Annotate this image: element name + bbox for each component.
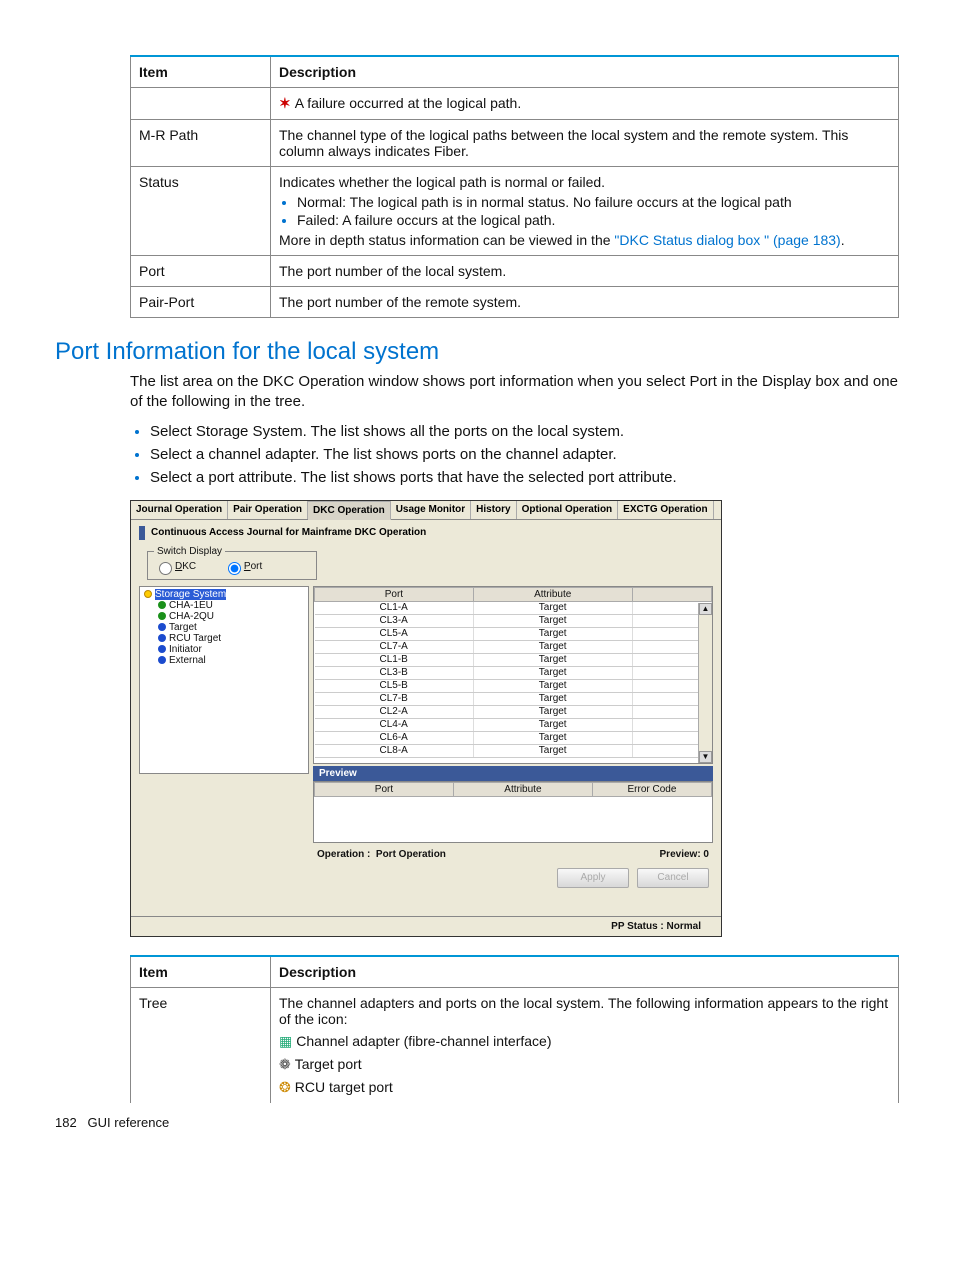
tab-dkc-operation[interactable]: DKC Operation [308,501,391,520]
page-footer: 182 GUI reference [55,1115,899,1130]
table-row[interactable]: CL7-BTarget [315,692,712,705]
tab-bar: Journal Operation Pair Operation DKC Ope… [131,501,721,520]
tree-item[interactable]: Target [156,622,306,633]
table-row: M-R Path The channel type of the logical… [131,120,899,167]
pcol-attribute[interactable]: Attribute [453,782,592,796]
table-row[interactable]: CL2-ATarget [315,705,712,718]
col-port[interactable]: Port [315,587,474,601]
table-row[interactable]: CL6-ATarget [315,731,712,744]
table-row[interactable]: CL1-ATarget [315,601,712,614]
table-row: Port The port number of the local system… [131,256,899,287]
table-row[interactable]: CL3-ATarget [315,614,712,627]
tree-item[interactable]: External [156,655,306,666]
node-icon [158,612,166,620]
cancel-button[interactable]: Cancel [637,868,709,888]
target-port-icon [279,1056,295,1072]
tree-item[interactable]: RCU Target [156,633,306,644]
node-icon [158,623,166,631]
scroll-up-icon[interactable]: ▲ [699,603,712,615]
channel-adapter-icon [279,1033,296,1049]
table-row: Pair-Port The port number of the remote … [131,287,899,318]
table-row[interactable]: CL5-BTarget [315,679,712,692]
table-row[interactable]: CL7-ATarget [315,640,712,653]
pp-status: PP Status : Normal [131,916,721,936]
table-row[interactable]: CL4-ATarget [315,718,712,731]
radio-port[interactable]: Port [223,561,262,572]
tab-history[interactable]: History [471,501,516,519]
title-bar-icon [139,526,145,540]
th-item: Item [131,56,271,88]
table-row[interactable]: CL5-ATarget [315,627,712,640]
table-row[interactable]: CL1-BTarget [315,653,712,666]
pcol-error[interactable]: Error Code [592,782,711,796]
operation-bar: Operation : Port Operation Preview: 0 [131,847,721,862]
preview-count: Preview: 0 [660,849,709,860]
switch-display-group: Switch Display DKC Port [147,546,317,580]
tab-optional-operation[interactable]: Optional Operation [517,501,619,519]
port-list[interactable]: Port Attribute CL1-ATargetCL3-ATargetCL5… [313,586,713,764]
pcol-port[interactable]: Port [315,782,454,796]
rcu-target-port-icon [279,1079,295,1095]
dkc-status-link[interactable]: "DKC Status dialog box " (page 183) [614,232,840,248]
tab-pair-operation[interactable]: Pair Operation [228,501,308,519]
description-table-2: Item Description Tree The channel adapte… [130,955,899,1103]
table-row: A failure occurred at the logical path. [131,88,899,120]
description-table-1: Item Description A failure occurred at t… [130,55,899,318]
folder-icon [144,590,152,598]
radio-dkc[interactable]: DKC [154,561,196,572]
table-row: Status Indicates whether the logical pat… [131,167,899,256]
th-desc: Description [271,56,899,88]
table-row: Tree The channel adapters and ports on t… [131,987,899,1103]
node-icon [158,634,166,642]
tab-exctg-operation[interactable]: EXCTG Operation [618,501,713,519]
node-icon [158,601,166,609]
table-row[interactable]: CL3-BTarget [315,666,712,679]
tree-item[interactable]: CHA-2QU [156,611,306,622]
tree-item[interactable]: CHA-1EU [156,600,306,611]
tree-view[interactable]: Storage SystemCHA-1EUCHA-2QUTargetRCU Ta… [139,586,309,774]
section-bullets: Select Storage System. The list shows al… [150,423,899,486]
scroll-down-icon[interactable]: ▼ [699,751,712,763]
preview-list[interactable]: Port Attribute Error Code [313,781,713,843]
scrollbar[interactable]: ▲ ▼ [698,603,712,763]
tree-item[interactable]: Initiator [156,644,306,655]
table-row[interactable]: CL8-ATarget [315,744,712,757]
section-heading: Port Information for the local system [55,338,899,366]
col-attribute[interactable]: Attribute [473,587,632,601]
error-icon [279,95,295,111]
section-para: The list area on the DKC Operation windo… [130,372,899,413]
node-icon [158,656,166,664]
tab-journal-operation[interactable]: Journal Operation [131,501,228,519]
apply-button[interactable]: Apply [557,868,629,888]
panel-title: Continuous Access Journal for Mainframe … [131,520,721,542]
col-blank[interactable] [632,587,711,601]
node-icon [158,645,166,653]
dkc-operation-window: Journal Operation Pair Operation DKC Ope… [130,500,722,937]
preview-header: Preview [313,766,713,781]
tab-usage-monitor[interactable]: Usage Monitor [391,501,471,519]
tree-item[interactable]: Storage System [142,589,306,600]
